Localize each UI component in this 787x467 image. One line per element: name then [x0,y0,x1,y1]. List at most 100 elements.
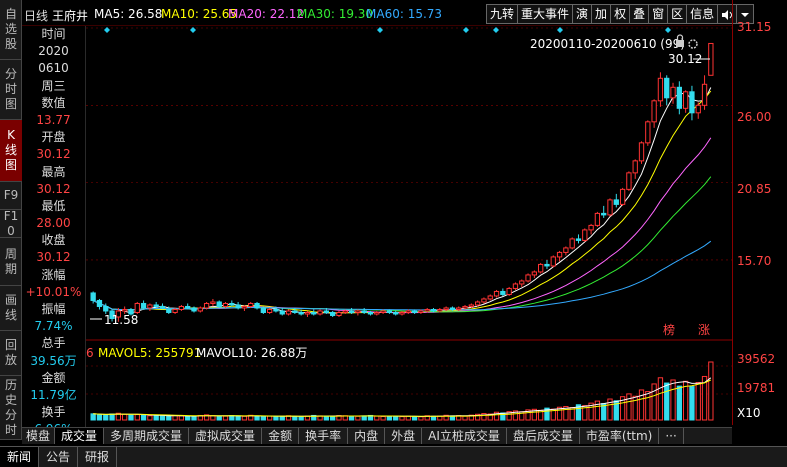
sidebar-item-f10[interactable]: F10 [0,209,22,238]
period-label[interactable]: 日线 [24,7,48,24]
candle-body [626,172,632,190]
candle-body [456,307,462,310]
sidebar-item-label: 历史分时 [5,377,18,437]
volume-bar [292,415,298,421]
candle-body [90,292,96,301]
volume-bar [645,391,651,421]
info-label: 周三 [41,78,66,93]
volume-bar [109,413,115,421]
tool-add[interactable]: 加 [591,4,611,24]
tool-major-events[interactable]: 重大事件 [517,4,573,24]
tab-indicator-5[interactable]: 内盘 [348,428,386,444]
candle-body [254,302,260,309]
candle-body [203,302,210,309]
volume-bar [178,415,185,421]
candle-body [544,263,550,267]
tool-rights[interactable]: 权 [610,4,630,24]
info-cyan: 7.74% [34,319,73,334]
candle-body [569,238,575,249]
sidebar-item-watchlist[interactable]: 自选股 [0,0,22,60]
tool-jiuzhuan[interactable]: 九转 [486,4,518,24]
candle-body [348,310,355,313]
ma5-legend: MA5: 26.58 [94,7,163,21]
tab-indicator-10[interactable]: ··· [659,428,684,444]
candle-body [525,274,531,282]
volume-bar [430,415,437,421]
candle-body [336,311,342,316]
tab-indicator-4[interactable]: 换手率 [299,428,349,444]
tab-indicator-8[interactable]: 盘后成交量 [507,428,580,444]
candle-body [298,311,304,315]
candle-body [493,290,500,297]
tool-info[interactable]: 信息 [686,4,718,24]
info-label: 金额 [41,370,66,385]
ma-line-ma30 [92,176,712,313]
news-tab-1[interactable]: 公告 [39,447,79,467]
chart-toolbar: 九转 重大事件 演 加 权 叠 窗 区 信息 [486,4,755,24]
candle-body [185,305,191,309]
volume-bar [374,415,380,421]
candle-body [399,311,405,315]
volume-bar [96,413,103,421]
candle-body [166,308,172,313]
sidebar-item-f9[interactable]: F9 [0,182,22,210]
tool-range[interactable]: 区 [667,4,687,24]
tab-indicator-7[interactable]: AI立桩成交量 [422,428,507,444]
tab-indicator-6[interactable]: 外盘 [385,428,423,444]
tool-demo[interactable]: 演 [572,4,592,24]
candle-body [619,188,626,205]
volume-bar [103,414,109,421]
tool-overlay[interactable]: 叠 [629,4,649,24]
tab-indicator-0[interactable]: 成交量 [55,428,105,444]
volume-bar [657,377,664,421]
tab-indicator-3[interactable]: 金额 [262,428,300,444]
candle-body [664,77,670,99]
tool-window[interactable]: 窗 [648,4,668,24]
kline-chart[interactable]: 20200110-20200610 (99)30.1211.58榜 涨6 MAVOL… [86,26,732,426]
sidebar-item-kline[interactable]: K线图 [0,120,22,182]
candle-body [122,308,128,312]
info-red: 30.12 [36,147,71,162]
candle-body [405,310,411,313]
sidebar-item-period[interactable]: 周期 [0,238,22,286]
volume-bar [153,414,159,421]
sidebar-item-replay[interactable]: 回放 [0,331,22,376]
candle-body [222,302,229,307]
volume-bar [298,416,304,421]
sidebar-item-draw[interactable]: 画线 [0,286,22,331]
candle-body [260,307,266,313]
volume-bar [90,413,96,421]
candle-body [380,310,386,313]
candle-body [481,298,487,303]
axis-tick: 15.70 [737,254,772,268]
candle-body [632,160,638,174]
volume-bar [626,393,632,421]
tab-indicator-2[interactable]: 虚拟成交量 [189,428,263,444]
news-tab-0[interactable]: 新闻 [0,447,40,467]
volume-bar [216,415,222,421]
candle-body [531,271,538,276]
volume-bar [273,416,279,421]
news-tab-2[interactable]: 研报 [78,447,118,467]
tab-indicator-1[interactable]: 多周期成交量 [104,428,190,444]
volume-bar [254,415,260,421]
candle-body [519,280,525,285]
tab-indicator-9[interactable]: 市盈率(ttm) [580,428,660,444]
candle-body [279,310,285,315]
candle-body [474,301,481,306]
vol-axis-tick: 39562 [737,352,776,366]
sidebar-item-intraday[interactable]: 分时图 [0,60,22,120]
sidebar-item-history[interactable]: 历史分时 [0,376,22,440]
sidebar-item-label: 分时图 [5,67,18,111]
volume-bar [638,389,645,421]
candle-body [342,310,348,313]
tab-leading[interactable]: 模盘 [22,428,56,444]
candle-body [512,283,519,289]
candle-body [556,251,563,258]
quote-info-panel: 时间 2020 0610 周三 数值 13.77 开盘 30.12 最高 30.12 最低 28.00… [22,26,86,436]
candle-body [506,287,512,295]
volume-bar [689,386,695,421]
candle-body [311,311,317,315]
sidebar-item-label: F9 [3,188,19,202]
volume-bar [134,414,140,421]
